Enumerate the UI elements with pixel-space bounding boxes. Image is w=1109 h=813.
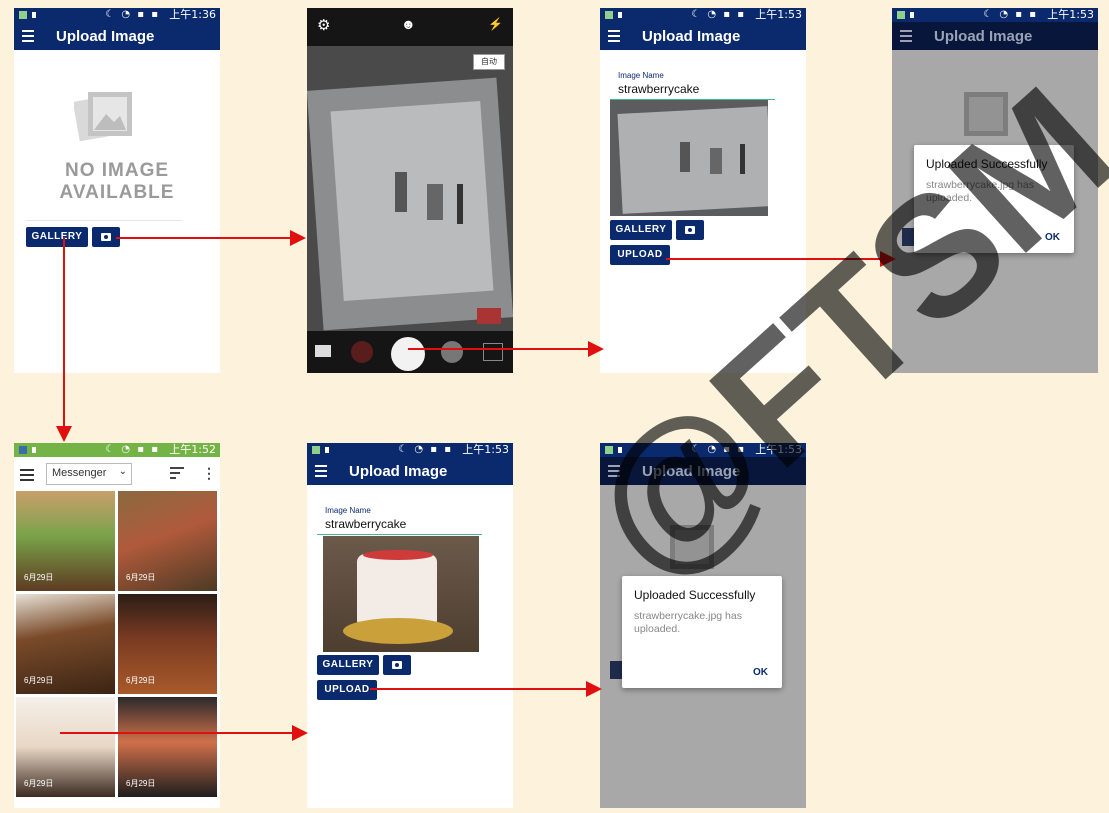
image-placeholder-icon	[74, 92, 132, 142]
divider	[26, 220, 182, 221]
status-icons: ☾ ◔ ▪ ▪	[983, 9, 1038, 20]
gallery-photo[interactable]: 6月29日	[118, 594, 217, 694]
menu-icon[interactable]	[20, 469, 34, 481]
gallery-button[interactable]: GALLERY	[610, 220, 672, 240]
auto-badge[interactable]: 自动	[473, 54, 505, 70]
photo-date: 6月29日	[24, 573, 54, 582]
camera-top-bar: ⚙ ☻ ⚡	[307, 8, 513, 46]
camera-mode-icon[interactable]: ☻	[401, 16, 416, 32]
status-time: 上午1:53	[1047, 8, 1094, 21]
camera-bottom-bar	[307, 331, 513, 373]
app-bar: Upload Image	[307, 457, 513, 485]
app-title: Upload Image	[56, 28, 155, 45]
gallery-photo[interactable]: 6月29日	[16, 594, 115, 694]
status-time: 上午1:36	[169, 8, 216, 21]
no-image-text-line1: NO IMAGE	[64, 160, 170, 181]
photo-date: 6月29日	[24, 676, 54, 685]
album-dropdown[interactable]: Messenger ⌄	[46, 463, 132, 485]
photo-date: 6月29日	[126, 676, 156, 685]
more-options-icon[interactable]: ⋮	[202, 465, 216, 482]
status-icons: ☾ ◔ ▪ ▪	[691, 9, 746, 20]
status-time: 上午1:53	[462, 443, 509, 456]
status-bar: ☾ ◔ ▪ ▪ 上午1:52	[14, 443, 220, 457]
camera-button[interactable]	[383, 655, 411, 675]
sort-icon[interactable]	[170, 467, 184, 479]
status-time: 上午1:52	[169, 443, 216, 456]
menu-icon[interactable]	[22, 30, 34, 42]
screen-upload-empty: ☾ ◔ ▪ ▪ 上午1:36 Upload Image NO IMAGE AVA…	[14, 8, 220, 373]
status-bar: ☾ ◔ ▪ ▪ 上午1:36	[14, 8, 220, 22]
photo-date: 6月29日	[24, 779, 54, 788]
gallery-toolbar: Messenger ⌄ ⋮	[14, 457, 220, 489]
app-title: Upload Image	[349, 463, 448, 480]
app-bar: Upload Image	[892, 22, 1098, 50]
upload-button[interactable]: UPLOAD	[317, 680, 377, 700]
app-title: Upload Image	[642, 28, 741, 45]
app-bar: Upload Image	[600, 22, 806, 50]
app-title: Upload Image	[934, 28, 1033, 45]
photo-date: 6月29日	[126, 779, 156, 788]
chevron-down-icon: ⌄	[118, 466, 127, 477]
camera-button[interactable]	[676, 220, 704, 240]
album-name: Messenger	[52, 467, 107, 479]
status-bar: ☾ ◔ ▪ ▪ 上午1:53	[600, 8, 806, 22]
status-bar: ☾ ◔ ▪ ▪ 上午1:53	[307, 443, 513, 457]
image-name-label: Image Name	[618, 71, 664, 80]
photo-date: 6月29日	[126, 573, 156, 582]
status-icons: ☾ ◔ ▪ ▪	[398, 444, 453, 455]
status-icons: ☾ ◔ ▪ ▪	[105, 9, 160, 20]
preview-image	[323, 536, 479, 652]
camera-button[interactable]	[92, 227, 120, 247]
upload-button[interactable]: UPLOAD	[610, 245, 670, 265]
menu-icon[interactable]	[900, 30, 912, 42]
image-name-label: Image Name	[325, 506, 371, 515]
video-record-icon[interactable]	[351, 341, 373, 363]
gallery-button[interactable]: GALLERY	[317, 655, 379, 675]
menu-icon[interactable]	[315, 465, 327, 477]
flash-icon[interactable]: ⚡	[488, 17, 503, 31]
gallery-photo[interactable]: 6月29日	[118, 697, 217, 797]
grid-icon[interactable]	[315, 345, 331, 357]
mode-button[interactable]	[441, 341, 463, 363]
screen-upload-gallery: ☾ ◔ ▪ ▪ 上午1:53 Upload Image Image Name s…	[307, 443, 513, 808]
screen-camera: ⚙ ☻ ⚡ 自动	[307, 8, 513, 373]
gallery-photo[interactable]: 6月29日	[118, 491, 217, 591]
gallery-button[interactable]: GALLERY	[26, 227, 88, 247]
image-name-input[interactable]: strawberrycake	[325, 517, 406, 531]
gallery-thumb-icon[interactable]	[483, 343, 503, 361]
input-underline	[317, 534, 482, 535]
image-name-input[interactable]: strawberrycake	[618, 82, 699, 96]
status-icons: ☾ ◔ ▪ ▪	[105, 444, 160, 455]
dialog-ok-button[interactable]: OK	[753, 667, 768, 678]
shutter-button[interactable]	[391, 337, 425, 371]
gallery-photo[interactable]: 6月29日	[16, 697, 115, 797]
status-bar: ☾ ◔ ▪ ▪ 上午1:53	[892, 8, 1098, 22]
screen-gallery: ☾ ◔ ▪ ▪ 上午1:52 Messenger ⌄ ⋮ 6月29日 6月29日…	[14, 443, 220, 808]
preview-image	[610, 100, 768, 216]
gallery-photo[interactable]: 6月29日	[16, 491, 115, 591]
app-bar: Upload Image	[14, 22, 220, 50]
no-image-text-line2: AVAILABLE	[59, 182, 175, 203]
viewfinder	[307, 46, 513, 331]
dialog-message: strawberrycake.jpg has uploaded.	[634, 610, 742, 635]
menu-icon[interactable]	[608, 30, 620, 42]
settings-icon[interactable]: ⚙	[317, 16, 330, 34]
status-time: 上午1:53	[755, 8, 802, 21]
